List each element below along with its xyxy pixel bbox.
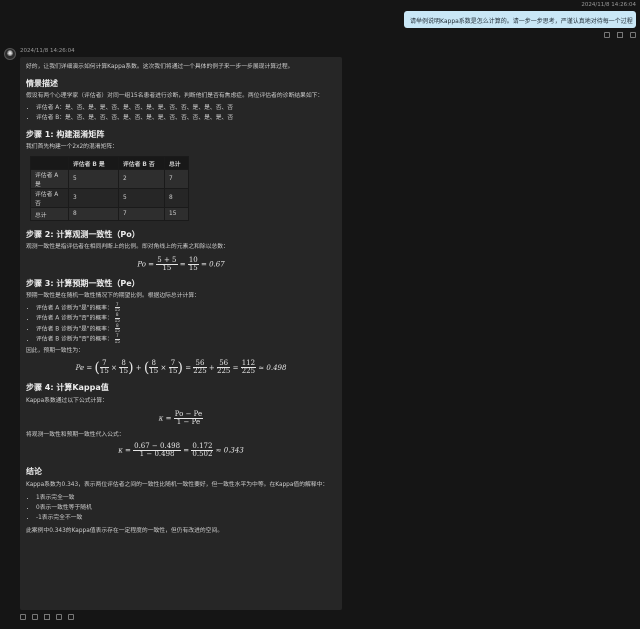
final-text: 此案例中0.343的Kappa值表示存在一定程度的一致性，但仍有改进的空间。 xyxy=(26,527,224,534)
table-cell: 7 xyxy=(164,169,189,189)
scenario-text: 假设有两个心理学家（评估者）对同一组15名患者进行诊断，判断他们是否有焦虑症。两… xyxy=(26,93,324,99)
table-cell: 5 xyxy=(118,188,165,208)
table-cell: 5 xyxy=(68,169,119,189)
table-header-cell: 评估者 B 否 xyxy=(118,156,165,170)
step4-sub-text: 将观测一致性和预期一致性代入公式： xyxy=(26,431,125,438)
assistant-message-bubble: 好的，让我们详细演示如何计算Kappa系数。这次我们将通过一个具体的例子来一步一… xyxy=(20,57,342,610)
table-cell: 7 xyxy=(118,207,165,221)
table-cell: 8 xyxy=(68,207,119,221)
table-cell: 15 xyxy=(164,207,189,221)
assistant-message-toolbar xyxy=(20,614,74,620)
table-header-row: 评估者 B 是 评估者 B 否 总计 xyxy=(30,156,189,170)
probability-list: 评估者 A 诊断为"是"的概率： 715 评估者 A 诊断为"否"的概率： 81… xyxy=(26,302,336,345)
section-heading: 情景描述 xyxy=(26,79,58,88)
step3-thus-text: 因此，预期一致性为： xyxy=(26,347,84,354)
list-item: 评估者 B 诊断为"否"的概率： 715 xyxy=(36,333,336,344)
po-formula: Po = 5 + 5 15 = 10 15 = 0.67 xyxy=(137,256,225,272)
table-cell: 评估者 A 是 xyxy=(30,169,69,189)
interpretation-list: 1表示完全一致 0表示一致性等于随机 -1表示完全不一致 xyxy=(26,493,336,523)
table-cell: 2 xyxy=(118,169,165,189)
table-header-cell xyxy=(30,156,69,170)
intro-text: 好的，让我们详细演示如何计算Kappa系数。这次我们将通过一个具体的例子来一步一… xyxy=(26,64,294,70)
section-heading: 步骤 1: 构建混淆矩阵 xyxy=(26,130,105,139)
conclusion-text: Kappa系数为0.343，表示两位评估者之间的一致性比随机一致性要好，但一致性… xyxy=(26,481,329,488)
step4-text: Kappa系数通过以下公式计算： xyxy=(26,397,108,404)
table-header-cell: 总计 xyxy=(164,156,189,170)
rater-list: 评估者 A：是、否、是、是、否、是、否、是、是、否、否、是、是、否、否 评估者 … xyxy=(26,103,336,123)
table-cell: 8 xyxy=(164,188,189,208)
list-item: 评估者 B：是、否、是、否、否、是、否、是、是、否、否、否、是、是、否 xyxy=(36,113,336,123)
kappa-substituted-formula: κ = 0.67 − 0.498 1 − 0.498 = 0.172 0.502 ≈… xyxy=(118,441,244,458)
table-cell: 3 xyxy=(68,188,119,208)
step1-text: 我们首先构建一个2x2的混淆矩阵： xyxy=(26,144,118,150)
step2-text: 观测一致性是指评估者在相同判断上的比例。即对角线上的元素之和除以总数： xyxy=(26,244,229,250)
assistant-avatar-icon: ✺ xyxy=(4,48,16,60)
section-heading: 结论 xyxy=(26,466,42,476)
list-item: 评估者 A 诊断为"是"的概率： 715 xyxy=(36,302,336,313)
table-row: 评估者 A 是 5 2 7 xyxy=(30,169,189,189)
copy-icon[interactable] xyxy=(32,614,38,620)
pe-formula: Pe = (7 15 × 8 15) + (8 15 × 7 15) = 56 225 +… xyxy=(75,359,287,376)
edit-icon[interactable] xyxy=(44,614,50,620)
section-heading: 步骤 2: 计算观测一致性（Po） xyxy=(26,230,140,239)
table-cell: 评估者 A 否 xyxy=(30,188,69,208)
list-item: -1表示完全不一致 xyxy=(36,513,336,523)
share-icon[interactable] xyxy=(56,614,62,620)
user-timestamp: 2024/11/8 14:26:04 xyxy=(581,2,636,8)
regenerate-icon[interactable] xyxy=(20,614,26,620)
delete-icon[interactable] xyxy=(68,614,74,620)
assistant-timestamp: 2024/11/8 14:26:04 xyxy=(20,48,75,54)
copy-icon[interactable] xyxy=(604,32,610,38)
table-header-cell: 评估者 B 是 xyxy=(68,156,119,170)
user-message-toolbar xyxy=(604,32,636,38)
list-item: 评估者 B 诊断为"是"的概率： 815 xyxy=(36,323,336,334)
section-heading: 步骤 4: 计算Kappa值 xyxy=(26,382,109,392)
list-item: 0表示一致性等于随机 xyxy=(36,503,336,513)
section-heading: 步骤 3: 计算预期一致性（Pe） xyxy=(26,279,140,288)
confusion-matrix-table: 评估者 B 是 评估者 B 否 总计 评估者 A 是 5 2 7 评估者 A 否… xyxy=(30,156,189,221)
list-item: 评估者 A 诊断为"否"的概率： 815 xyxy=(36,313,336,323)
table-row: 评估者 A 否 3 5 8 xyxy=(30,188,189,208)
user-message-bubble: 请举例说明Kappa系数是怎么计算的。请一步一步思考，严谨认真地对待每一个过程 xyxy=(404,11,636,28)
table-row: 总计 8 7 15 xyxy=(30,207,189,221)
list-item: 评估者 A：是、否、是、是、否、是、否、是、是、否、否、是、是、否、否 xyxy=(36,103,336,113)
kappa-formula: κ = Po − Pe 1 − Pe xyxy=(158,409,204,426)
delete-icon[interactable] xyxy=(630,32,636,38)
step3-text: 预期一致性是在随机一致性情况下的期望比例。根据边际总计计算： xyxy=(26,293,200,299)
edit-icon[interactable] xyxy=(617,32,623,38)
table-cell: 总计 xyxy=(30,207,69,221)
list-item: 1表示完全一致 xyxy=(36,493,336,503)
